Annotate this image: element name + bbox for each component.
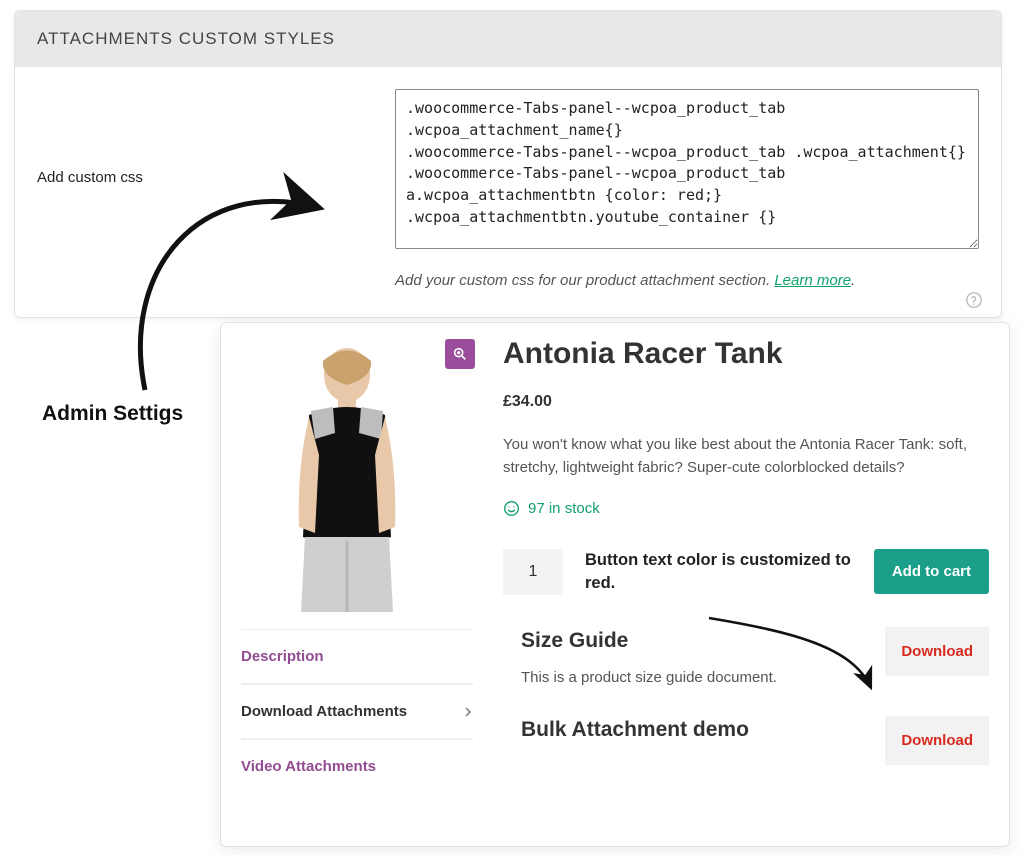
product-top: Antonia Racer Tank £34.00 You won't know…: [241, 337, 989, 617]
help-icon[interactable]: [965, 291, 983, 309]
stock-status: 97 in stock: [503, 500, 989, 517]
attachment-title: Bulk Attachment demo: [521, 718, 885, 742]
product-card: Antonia Racer Tank £34.00 You won't know…: [220, 322, 1010, 847]
help-text: Add your custom css for our product atta…: [395, 254, 979, 307]
custom-css-textarea[interactable]: [395, 89, 979, 249]
chevron-right-icon: [463, 707, 473, 717]
product-photo-placeholder: [241, 337, 451, 612]
admin-settings-panel: ATTACHMENTS CUSTOM STYLES Add custom css…: [14, 10, 1002, 318]
help-text-label: Add your custom css for our product atta…: [395, 272, 774, 289]
stock-text: 97 in stock: [528, 500, 600, 517]
panel-title: ATTACHMENTS CUSTOM STYLES: [15, 11, 1001, 67]
attachment-bulk-demo: Bulk Attachment demo Download: [521, 716, 989, 765]
tab-description[interactable]: Description: [241, 629, 473, 684]
learn-more-link[interactable]: Learn more: [774, 272, 851, 289]
zoom-icon[interactable]: [445, 339, 475, 369]
product-info: Antonia Racer Tank £34.00 You won't know…: [503, 337, 989, 617]
panel-body: Add custom css Add your custom css for o…: [15, 67, 1001, 317]
product-description: You won't know what you like best about …: [503, 433, 989, 480]
tab-list: Description Download Attachments Video A…: [241, 629, 473, 793]
field-wrapper: Add your custom css for our product atta…: [395, 89, 979, 307]
quantity-stepper[interactable]: [503, 549, 563, 595]
product-price: £34.00: [503, 393, 989, 411]
field-label: Add custom css: [37, 89, 367, 186]
product-title: Antonia Racer Tank: [503, 337, 989, 371]
add-to-cart-button[interactable]: Add to cart: [874, 549, 989, 594]
attachment-title: Size Guide: [521, 629, 885, 653]
annotation-note: Button text color is customized to red.: [585, 549, 852, 594]
download-button[interactable]: Download: [885, 627, 989, 676]
cart-row: Button text color is customized to red. …: [503, 549, 989, 595]
product-image: [241, 337, 479, 617]
attachments-area: Size Guide This is a product size guide …: [521, 627, 989, 787]
download-button[interactable]: Download: [885, 716, 989, 765]
tab-label: Download Attachments: [241, 703, 407, 720]
tab-label: Video Attachments: [241, 758, 376, 775]
tab-video-attachments[interactable]: Video Attachments: [241, 739, 473, 793]
smile-icon: [503, 500, 520, 517]
tabs-row: Description Download Attachments Video A…: [241, 627, 989, 793]
attachment-size-guide: Size Guide This is a product size guide …: [521, 627, 989, 686]
tab-label: Description: [241, 648, 324, 665]
tab-download-attachments[interactable]: Download Attachments: [241, 684, 473, 739]
annotation-label: Admin Settigs: [42, 402, 183, 426]
attachment-desc: This is a product size guide document.: [521, 669, 885, 686]
